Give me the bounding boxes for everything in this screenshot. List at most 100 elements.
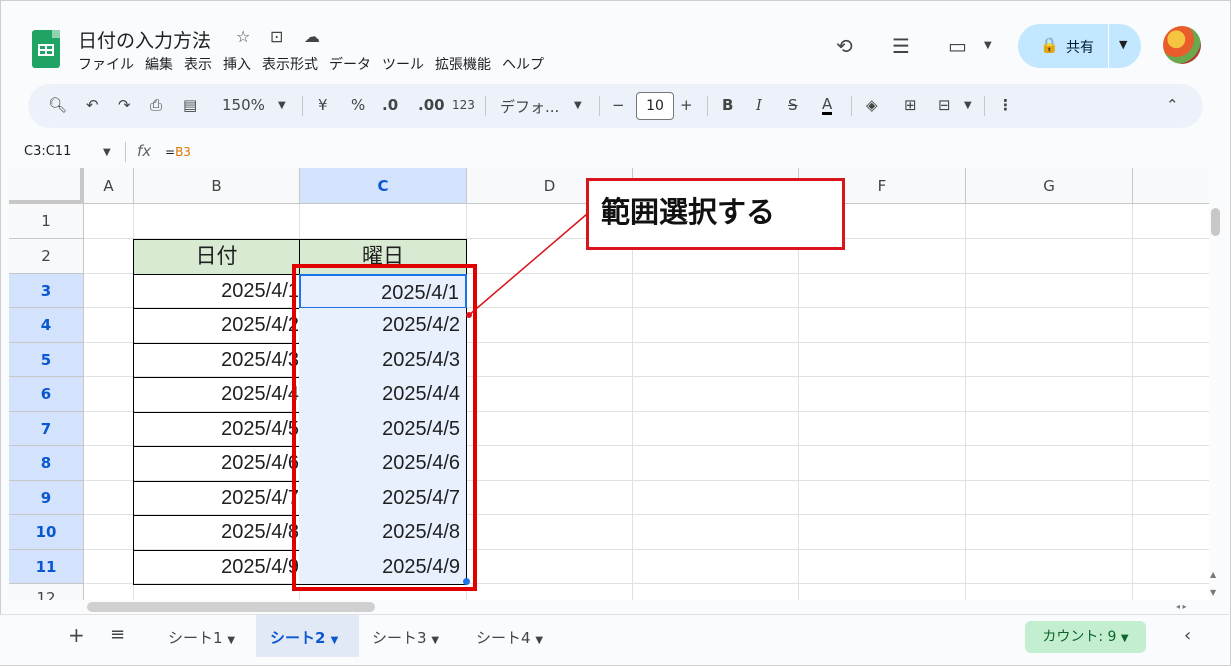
zoom-dropdown-icon[interactable]: ▼ (278, 100, 286, 111)
column-header-a[interactable]: A (84, 168, 134, 204)
comments-icon[interactable]: ☰ (892, 34, 910, 58)
star-icon[interactable]: ☆ (236, 27, 250, 46)
cell-b8[interactable]: 2025/4/6 (133, 446, 300, 482)
fx-icon: fx (137, 142, 152, 160)
cell-b2[interactable]: 日付 (133, 239, 300, 275)
column-header-b[interactable]: B (134, 168, 300, 204)
share-button[interactable]: 🔒 共有 ▼ (1018, 24, 1141, 68)
vertical-scrollbar[interactable] (1211, 208, 1220, 236)
collapse-sidepanel-icon[interactable]: ‹ (1184, 625, 1191, 646)
currency-format-button[interactable]: ¥ (318, 96, 328, 114)
strikethrough-button[interactable]: S (788, 96, 798, 114)
cell-b3[interactable]: 2025/4/1 (133, 274, 300, 309)
row-header-5[interactable]: 5 (9, 343, 84, 377)
zoom-select[interactable]: 150% (222, 96, 265, 114)
formula-input[interactable]: =B3 (165, 145, 191, 159)
more-options-icon[interactable]: ⋮ (998, 96, 1013, 114)
fill-color-icon[interactable]: ◈ (866, 96, 878, 114)
row-header-9[interactable]: 9 (9, 481, 84, 515)
toolbar: 🔍︎ ↶ ↷ ⎙ ▤ 150% ▼ ¥ % .0 .00 123 デフォ... … (28, 84, 1203, 128)
row-header-11[interactable]: 11 (9, 550, 84, 584)
cell-b7[interactable]: 2025/4/5 (133, 412, 300, 447)
name-box[interactable]: C3:C11 (24, 144, 71, 159)
font-dropdown-icon[interactable]: ▼ (574, 100, 582, 111)
menu-file[interactable]: ファイル (78, 54, 134, 74)
document-title[interactable]: 日付の入力方法 (78, 26, 211, 53)
sheet-tab-2[interactable]: シート2 ▼ (270, 627, 338, 648)
font-size-input[interactable]: 10 (636, 92, 674, 120)
cell-b11[interactable]: 2025/4/9 (133, 550, 300, 585)
lock-icon: 🔒 (1040, 36, 1059, 54)
share-label: 共有 (1066, 40, 1094, 56)
menu-insert[interactable]: 挿入 (223, 54, 251, 74)
column-header-c[interactable]: C (300, 168, 467, 204)
avatar[interactable] (1163, 26, 1201, 64)
move-folder-icon[interactable]: ⊡ (270, 27, 283, 46)
column-header-g[interactable]: G (966, 168, 1133, 204)
row-header-10[interactable]: 10 (9, 515, 84, 550)
menu-tools[interactable]: ツール (382, 54, 424, 74)
merge-cells-icon[interactable]: ⊟ (938, 96, 951, 114)
column-header-h[interactable] (1133, 168, 1209, 204)
sheet-tab-bar: + ≡ シート1 ▼ シート2 ▼ シート3 ▼ シート4 ▼ カウント: 9 … (0, 614, 1229, 665)
print-icon[interactable]: ⎙ (150, 96, 162, 114)
scroll-down-icon[interactable]: ▼ (1210, 588, 1216, 597)
select-all-corner[interactable] (9, 168, 84, 204)
share-dropdown-icon[interactable]: ▼ (1119, 38, 1127, 51)
meet-icon[interactable]: ▭ (948, 34, 967, 58)
cell-b6[interactable]: 2025/4/4 (133, 377, 300, 413)
menu-view[interactable]: 表示 (184, 54, 212, 74)
bold-button[interactable]: B (722, 96, 733, 114)
version-history-icon[interactable]: ⟲ (836, 34, 853, 58)
search-menus-icon[interactable]: 🔍︎ (48, 96, 67, 114)
row-header-6[interactable]: 6 (9, 377, 84, 412)
percent-format-button[interactable]: % (351, 96, 365, 114)
sheet-tab-1[interactable]: シート1 ▼ (168, 627, 235, 648)
italic-button[interactable]: I (756, 96, 762, 114)
meet-dropdown-icon[interactable]: ▼ (984, 40, 992, 51)
cloud-status-icon[interactable]: ☁ (304, 27, 320, 46)
more-formats-button[interactable]: 123 (452, 98, 475, 112)
menu-extensions[interactable]: 拡張機能 (435, 54, 491, 74)
merge-dropdown-icon[interactable]: ▼ (964, 100, 972, 111)
callout-label: 範囲選択する (586, 178, 845, 250)
menu-help[interactable]: ヘルプ (502, 54, 544, 74)
menu-format[interactable]: 表示形式 (262, 54, 318, 74)
row-header-2[interactable]: 2 (9, 239, 84, 274)
cell-b5[interactable]: 2025/4/3 (133, 343, 300, 378)
row-header-1[interactable]: 1 (9, 204, 84, 239)
decrease-decimal-button[interactable]: .0 (382, 96, 398, 114)
add-sheet-icon[interactable]: + (68, 623, 85, 647)
undo-icon[interactable]: ↶ (86, 96, 99, 114)
name-box-dropdown-icon[interactable]: ▼ (103, 147, 111, 158)
selection-highlight-box (292, 264, 477, 591)
menu-edit[interactable]: 編集 (145, 54, 173, 74)
menu-bar: ファイル 編集 表示 挿入 表示形式 データ ツール 拡張機能 ヘルプ (78, 54, 555, 74)
cell-b9[interactable]: 2025/4/7 (133, 481, 300, 516)
row-header-12[interactable]: 12 (9, 584, 84, 600)
count-summary-button[interactable]: カウント: 9 ▼ (1025, 621, 1146, 653)
all-sheets-icon[interactable]: ≡ (110, 624, 125, 645)
increase-font-size-icon[interactable]: + (680, 96, 693, 114)
paint-format-icon[interactable]: ▤ (183, 96, 197, 114)
cell-b10[interactable]: 2025/4/8 (133, 515, 300, 551)
cell-b4[interactable]: 2025/4/2 (133, 308, 300, 344)
scroll-left-icon[interactable]: ◂ ▸ (1176, 602, 1187, 611)
horizontal-scrollbar[interactable] (87, 602, 375, 612)
collapse-menu-icon[interactable]: ⌃ (1166, 96, 1179, 114)
sheets-logo-icon[interactable] (32, 30, 60, 68)
redo-icon[interactable]: ↷ (118, 96, 131, 114)
sheet-tab-4[interactable]: シート4 ▼ (476, 627, 543, 648)
row-header-8[interactable]: 8 (9, 446, 84, 481)
sheet-tab-3[interactable]: シート3 ▼ (372, 627, 439, 648)
increase-decimal-button[interactable]: .00 (418, 96, 445, 114)
row-header-7[interactable]: 7 (9, 412, 84, 446)
borders-icon[interactable]: ⊞ (904, 96, 917, 114)
decrease-font-size-icon[interactable]: − (612, 96, 625, 114)
scroll-up-icon[interactable]: ▲ (1210, 570, 1216, 579)
font-select[interactable]: デフォ... (500, 96, 559, 117)
menu-data[interactable]: データ (329, 54, 371, 74)
row-header-3[interactable]: 3 (9, 274, 84, 308)
row-header-4[interactable]: 4 (9, 308, 84, 343)
text-color-button[interactable]: A (822, 96, 833, 115)
